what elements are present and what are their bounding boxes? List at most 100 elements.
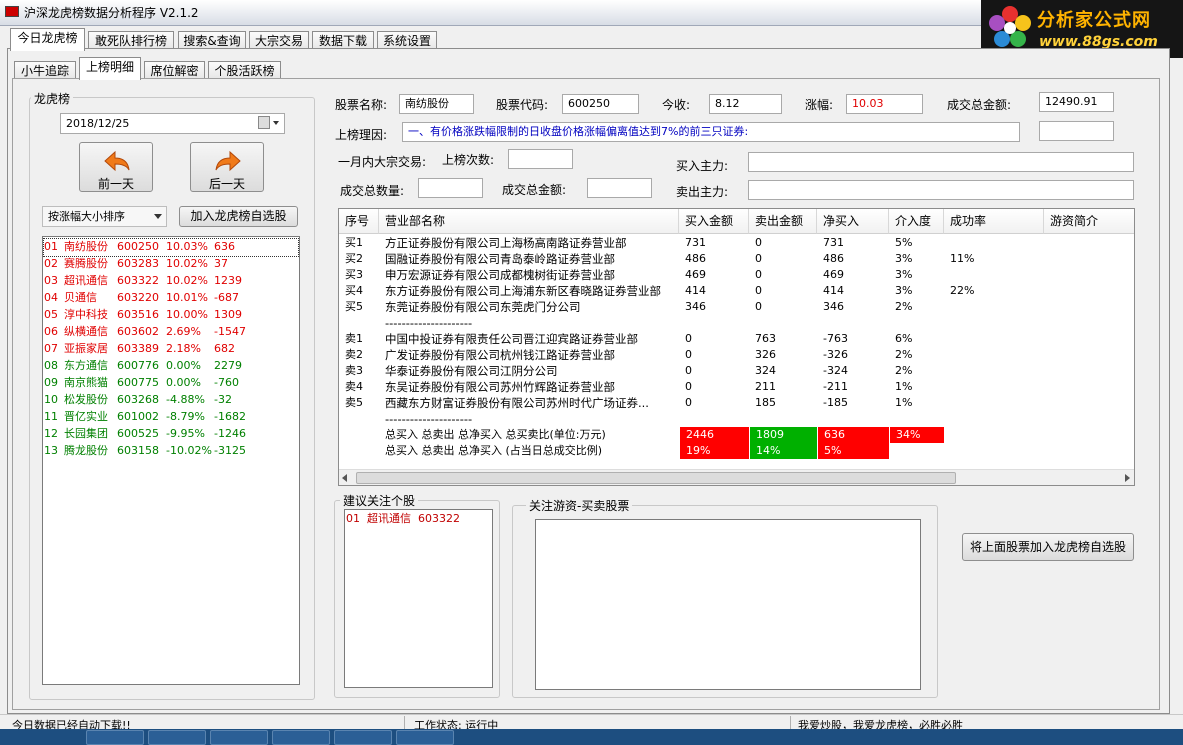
taskbar-app-icon[interactable] <box>86 730 144 745</box>
success-rate <box>944 363 1044 379</box>
table-row[interactable]: 买4 东方证券股份有限公司上海浦东新区春晓路证券营业部 414 0 414 3% 22% <box>339 283 1134 299</box>
stock-list-item[interactable]: 06 纵横通信 603602 2.69% -1547 <box>44 324 298 341</box>
table-row[interactable]: 买5 东莞证券股份有限公司东莞虎门分公司 346 0 346 2% <box>339 299 1134 315</box>
taskbar-app-icon[interactable] <box>148 730 206 745</box>
buy-amount: 0 <box>685 380 692 393</box>
scrollbar-thumb[interactable] <box>356 472 956 484</box>
next-day-button[interactable]: 后一天 <box>190 142 264 192</box>
reason-extra-field[interactable] <box>1039 121 1114 141</box>
stock-pct: -8.79% <box>166 410 205 423</box>
arrow-right-icon <box>215 150 241 172</box>
seat-grid[interactable]: 序号 营业部名称 买入金额 卖出金额 净买入 介入度 成功率 游资简介 买1 方正… <box>338 208 1135 486</box>
sell-amount <box>749 315 817 331</box>
tab-list-detail[interactable]: 上榜明细 <box>79 57 141 80</box>
stock-name: 东方通信 <box>64 359 108 372</box>
stock-list-item[interactable]: 02 赛腾股份 603283 10.02% 37 <box>44 256 298 273</box>
stock-list-item[interactable]: 05 淳中科技 603516 10.00% 1309 <box>44 307 298 324</box>
table-row[interactable]: --------------------- <box>339 315 1134 331</box>
col-header[interactable]: 卖出金额 <box>749 209 817 234</box>
reason-field[interactable]: 一、有价格涨跌幅限制的日收盘价格涨幅偏离值达到7%的前三只证券: <box>402 122 1020 142</box>
table-row[interactable]: 卖1 中国中投证券有限责任公司晋江迎宾路证券营业部 0 763 -763 6% <box>339 331 1134 347</box>
stock-name: 亚振家居 <box>64 342 108 355</box>
table-row[interactable]: 买2 国融证券股份有限公司青岛泰岭路证券营业部 486 0 486 3% 11% <box>339 251 1134 267</box>
stock-list-item[interactable]: 03 超讯通信 603322 10.02% 1239 <box>44 273 298 290</box>
col-header[interactable]: 游资简介 <box>1044 209 1134 234</box>
branch-name: --------------------- <box>385 316 473 330</box>
taskbar-app-icon[interactable] <box>210 730 268 745</box>
add-to-watchlist-button[interactable]: 加入龙虎榜自选股 <box>179 206 298 227</box>
scroll-right-icon[interactable] <box>1125 474 1130 482</box>
col-header[interactable]: 序号 <box>339 209 379 234</box>
turnover-field[interactable]: 12490.91 <box>1039 92 1114 112</box>
stock-amount: -687 <box>214 291 239 304</box>
change-label: 涨幅: <box>805 98 834 112</box>
buy-amount: 414 <box>685 284 706 297</box>
sell-main-field[interactable] <box>748 180 1134 200</box>
close-field[interactable]: 8.12 <box>709 94 782 114</box>
stock-pct: -9.95% <box>166 427 205 440</box>
date-picker[interactable]: 2018/12/25 <box>60 113 285 134</box>
buy-amount <box>679 411 749 427</box>
table-row[interactable]: 买3 申万宏源证券有限公司成都槐树街证券营业部 469 0 469 3% <box>339 267 1134 283</box>
buy-amount: 469 <box>685 268 706 281</box>
tab-today[interactable]: 今日龙虎榜 <box>10 28 85 51</box>
stock-list-item[interactable]: 08 东方通信 600776 0.00% 2279 <box>44 358 298 375</box>
branch-name: 东吴证券股份有限公司苏州竹辉路证券营业部 <box>385 380 615 394</box>
hot-money-list[interactable] <box>535 519 921 690</box>
col-header[interactable]: 买入金额 <box>679 209 749 234</box>
times-field[interactable] <box>508 149 573 169</box>
table-row[interactable]: 卖5 西藏东方财富证券股份有限公司苏州时代广场证券... 0 185 -185 1% <box>339 395 1134 411</box>
suggest-list[interactable]: 01 超讯通信 603322 <box>344 509 493 688</box>
stock-list-item[interactable]: 07 亚振家居 603389 2.18% 682 <box>44 341 298 358</box>
table-row[interactable]: 卖2 广发证券股份有限公司杭州钱江路证券营业部 0 326 -326 2% <box>339 347 1134 363</box>
col-header[interactable]: 介入度 <box>889 209 944 234</box>
taskbar <box>0 729 1183 745</box>
stock-name-field[interactable]: 南纺股份 <box>399 94 474 114</box>
stock-list[interactable]: 01 南纺股份 600250 10.03% 636 02 赛腾股份 603283 10.02% 3… <box>42 236 300 685</box>
net-buy: -211 <box>823 380 848 393</box>
stock-list-item[interactable]: 10 松发股份 603268 -4.88% -32 <box>44 392 298 409</box>
branch-name: 华泰证券股份有限公司江阴分公司 <box>385 364 558 378</box>
stock-code: 603268 <box>117 393 159 406</box>
volume-field[interactable] <box>418 178 483 198</box>
stock-list-item[interactable]: 13 腾龙股份 603158 -10.02% -3125 <box>44 443 298 460</box>
close-label: 今收: <box>662 98 691 112</box>
calendar-icon[interactable] <box>258 116 270 129</box>
taskbar-app-icon[interactable] <box>272 730 330 745</box>
net-buy: -763 <box>823 332 848 345</box>
chevron-down-icon[interactable] <box>154 214 162 219</box>
hot-money-label: 关注游资-买卖股票 <box>526 497 633 514</box>
col-header[interactable]: 营业部名称 <box>379 209 679 234</box>
table-row[interactable]: 卖3 华泰证券股份有限公司江阴分公司 0 324 -324 2% <box>339 363 1134 379</box>
buy-main-label: 买入主力: <box>676 159 729 173</box>
taskbar-app-icon[interactable] <box>334 730 392 745</box>
sell-amount: 211 <box>755 380 776 393</box>
chevron-down-icon[interactable] <box>273 121 279 125</box>
table-row[interactable]: 卖4 东吴证券股份有限公司苏州竹辉路证券营业部 0 211 -211 1% <box>339 379 1134 395</box>
buy-main-field[interactable] <box>748 152 1134 172</box>
horizontal-scrollbar[interactable] <box>339 469 1134 485</box>
stock-list-item[interactable]: 11 晋亿实业 601002 -8.79% -1682 <box>44 409 298 426</box>
stock-pct: 2.69% <box>166 325 201 338</box>
prev-day-button[interactable]: 前一天 <box>79 142 153 192</box>
stock-list-item[interactable]: 12 长园集团 600525 -9.95% -1246 <box>44 426 298 443</box>
table-row[interactable]: --------------------- <box>339 411 1134 427</box>
change-field[interactable]: 10.03 <box>846 94 923 114</box>
col-header[interactable]: 成功率 <box>944 209 1044 234</box>
stock-list-item[interactable]: 09 南京熊猫 600775 0.00% -760 <box>44 375 298 392</box>
stock-list-item[interactable]: 01 南纺股份 600250 10.03% 636 <box>43 238 299 257</box>
summary-sell: 1809 <box>750 427 817 443</box>
amount-field[interactable] <box>587 178 652 198</box>
scroll-left-icon[interactable] <box>342 474 347 482</box>
add-stocks-button[interactable]: 将上面股票加入龙虎榜自选股 <box>962 533 1134 561</box>
sort-select[interactable]: 按涨幅大小排序 <box>42 206 167 227</box>
stock-pct: 10.02% <box>166 274 208 287</box>
stock-list-item[interactable]: 04 贝通信 603220 10.01% -687 <box>44 290 298 307</box>
net-buy: -326 <box>823 348 848 361</box>
net-buy: 486 <box>823 252 844 265</box>
stock-code-field[interactable]: 600250 <box>562 94 639 114</box>
col-header[interactable]: 净买入 <box>817 209 889 234</box>
buy-amount: 486 <box>685 252 706 265</box>
table-row[interactable]: 买1 方正证券股份有限公司上海杨高南路证券营业部 731 0 731 5% <box>339 235 1134 251</box>
taskbar-app-icon[interactable] <box>396 730 454 745</box>
